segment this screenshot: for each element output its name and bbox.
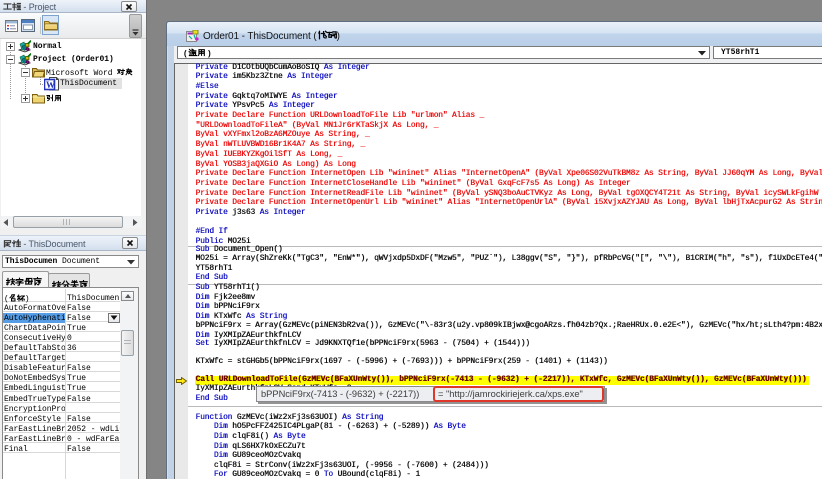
svg-text:W: W — [46, 80, 55, 90]
